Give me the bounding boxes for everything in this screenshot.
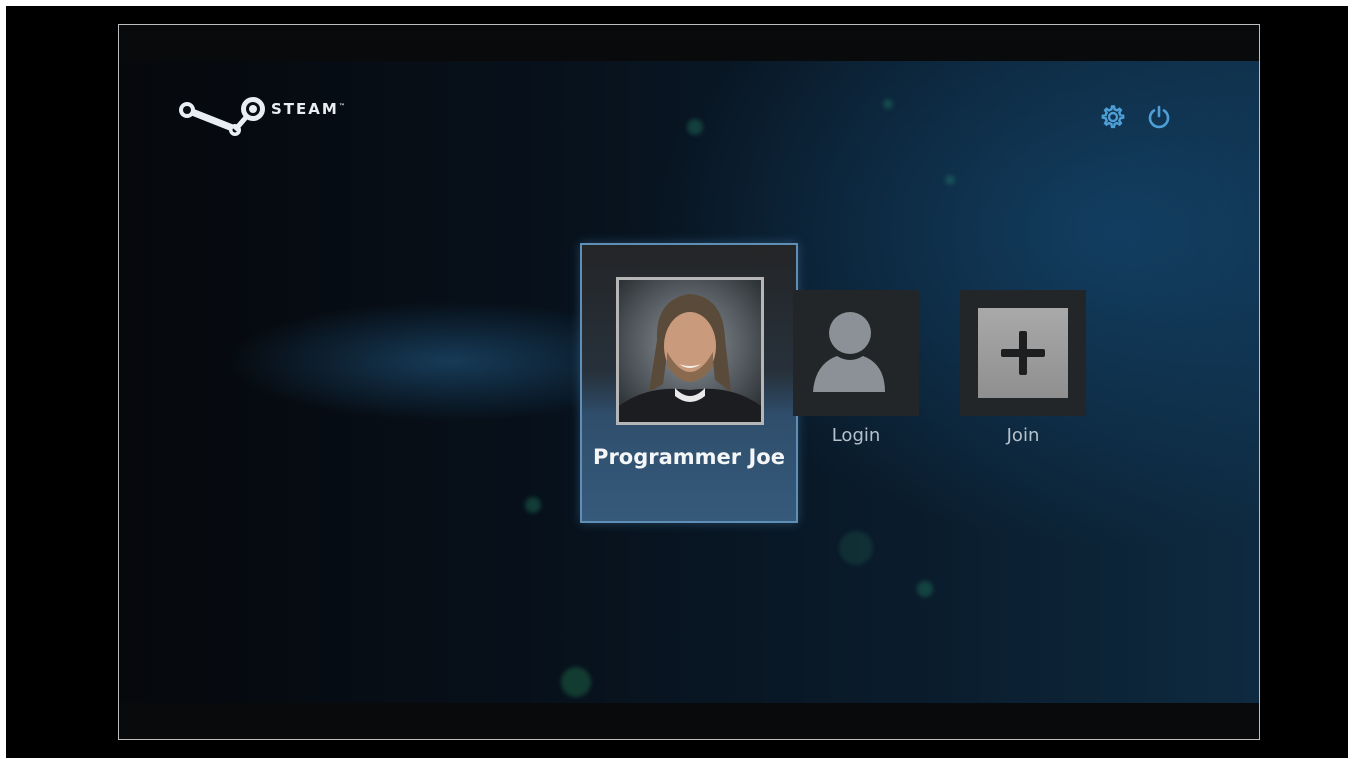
letterbox-bottom [119,703,1259,739]
trademark-symbol: ™ [338,103,345,110]
join-label: Join [1006,425,1040,446]
bg-particle [561,667,591,697]
steam-wordmark: STEAM™ [271,100,345,118]
top-right-controls [1099,103,1173,131]
power-button[interactable] [1145,103,1173,131]
bg-particle [917,581,933,597]
settings-button[interactable] [1099,103,1127,131]
login-viewport: STEAM™ Programmer Joe Login Join [119,61,1259,705]
steam-logo-icon [179,97,265,136]
steam-logo: STEAM™ [175,95,355,139]
bg-particle [945,175,955,185]
letterbox-top [119,25,1259,61]
login-label: Login [831,425,881,446]
user-photo-icon [619,280,761,422]
join-tile[interactable] [960,290,1086,416]
gear-icon [1101,105,1125,129]
big-picture-screen: STEAM™ Programmer Joe Login Join [118,24,1260,740]
steam-wordmark-text: STEAM [271,100,339,118]
login-tile[interactable] [793,290,919,416]
bg-particle [883,99,893,109]
profile-name: Programmer Joe [593,445,785,469]
bg-particle [839,531,873,565]
bg-particle [687,119,703,135]
bg-particle [525,497,541,513]
join-box [978,308,1068,398]
power-icon [1148,105,1170,129]
avatar [616,277,764,425]
person-silhouette-icon [813,312,885,392]
profile-tile-selected[interactable]: Programmer Joe [580,243,798,523]
plus-icon [1001,331,1045,375]
